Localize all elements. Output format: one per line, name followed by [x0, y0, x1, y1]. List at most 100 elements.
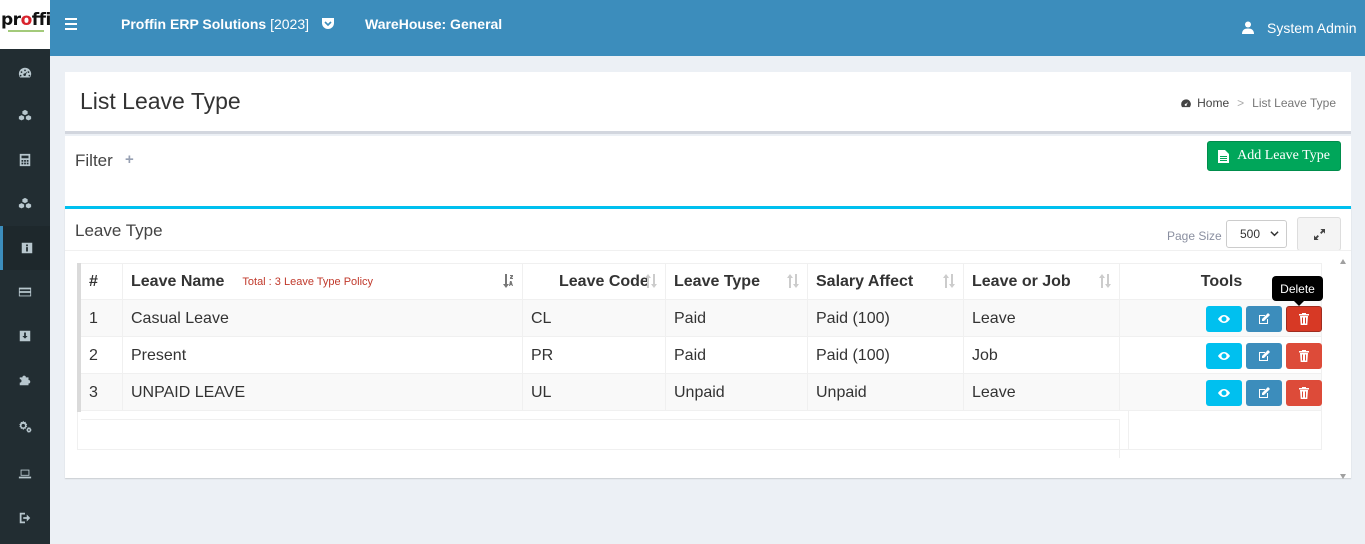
edit-button[interactable]: [1246, 379, 1282, 406]
laptop-icon: [18, 469, 32, 479]
eye-icon: [1218, 351, 1230, 360]
sidebar-item-inventory[interactable]: [0, 94, 50, 138]
column-header-salary-affect[interactable]: Salary Affect: [808, 263, 964, 300]
delete-button[interactable]: [1286, 305, 1322, 332]
eye-icon: [1218, 314, 1230, 323]
sort-alpha-icon: [503, 274, 513, 288]
table-footer-row: [81, 411, 1321, 458]
leave-or-job-cell: Leave: [964, 300, 1120, 337]
filter-panel: Filter + Add Leave Type: [65, 136, 1351, 206]
file-icon: [1218, 149, 1230, 163]
user-menu[interactable]: System Admin: [1267, 20, 1356, 36]
info-icon: [21, 242, 32, 254]
panel-title: Leave Type: [75, 221, 163, 240]
table-header-row: # Leave Name Total : 3 Leave Type Policy …: [81, 263, 1321, 300]
download-icon: [19, 330, 31, 342]
filter-expand-icon[interactable]: +: [125, 151, 134, 168]
sort-icon: [1099, 274, 1111, 288]
leave-name-cell: UNPAID LEAVE: [123, 374, 523, 411]
delete-button[interactable]: [1286, 379, 1322, 406]
sidebar-item-system[interactable]: [0, 452, 50, 496]
column-header-leave-type[interactable]: Leave Type: [666, 263, 808, 300]
leave-type-cell: Unpaid: [666, 374, 808, 411]
leave-type-panel: Leave Type Page Size 500 # Leave Name Tot…: [65, 206, 1351, 479]
salary-affect-cell: Paid (100): [808, 337, 964, 374]
edit-icon: [1259, 386, 1270, 398]
cogs-icon: [19, 420, 32, 433]
edit-button[interactable]: [1246, 305, 1282, 332]
sidebar: proffin: [0, 0, 50, 544]
cubes-icon: [18, 109, 32, 121]
edit-icon: [1259, 312, 1270, 324]
breadcrumb-separator: >: [1237, 96, 1245, 110]
row-number: 1: [81, 300, 123, 337]
table-row: 2 Present PR Paid Paid (100) Job: [81, 337, 1323, 374]
fullscreen-button[interactable]: [1297, 217, 1341, 251]
trash-icon: [1299, 349, 1309, 362]
breadcrumb-home-link[interactable]: Home: [1197, 96, 1229, 110]
user-icon[interactable]: [1242, 21, 1254, 34]
calculator-icon: [19, 153, 31, 167]
page-size-label: Page Size: [1167, 229, 1222, 243]
sign-out-icon: [19, 512, 31, 524]
column-header-leave-name[interactable]: Leave Name Total : 3 Leave Type Policy: [123, 263, 523, 300]
scroll-down-icon[interactable]: [1340, 474, 1346, 479]
sidebar-item-hr[interactable]: [0, 226, 50, 270]
row-tools: [1120, 300, 1323, 337]
chevron-down-icon: [1270, 231, 1279, 237]
page-header: List Leave Type Home > List Leave Type: [65, 72, 1351, 134]
salary-affect-cell: Unpaid: [808, 374, 964, 411]
table-row: 1 Casual Leave CL Paid Paid (100) Leave: [81, 300, 1323, 337]
leave-type-cell: Paid: [666, 337, 808, 374]
sort-icon: [645, 274, 657, 288]
trash-icon: [1299, 386, 1309, 399]
sidebar-item-downloads[interactable]: [0, 314, 50, 358]
table-scrollbar[interactable]: [1339, 259, 1348, 479]
leave-code-cell: UL: [523, 374, 666, 411]
app-title: Proffin ERP Solutions [2023]: [121, 16, 310, 32]
sidebar-item-products[interactable]: [0, 182, 50, 226]
row-tools: [1120, 374, 1323, 411]
sidebar-item-accounts[interactable]: [0, 138, 50, 182]
breadcrumb: Home > List Leave Type: [1180, 96, 1336, 110]
column-header-leave-or-job[interactable]: Leave or Job: [964, 263, 1120, 300]
table-row: 3 UNPAID LEAVE UL Unpaid Unpaid Leave: [81, 374, 1323, 411]
brand-logo[interactable]: proffin: [0, 0, 50, 49]
salary-affect-cell: Paid (100): [808, 300, 964, 337]
leave-code-cell: PR: [523, 337, 666, 374]
edit-button[interactable]: [1246, 342, 1282, 369]
expand-icon: [1313, 228, 1325, 240]
credit-card-icon: [18, 287, 32, 297]
sidebar-item-settings[interactable]: [0, 404, 50, 448]
menu-toggle-icon[interactable]: [65, 18, 77, 30]
pocket-icon[interactable]: [321, 17, 335, 30]
leave-or-job-cell: Leave: [964, 374, 1120, 411]
row-tools: [1120, 337, 1323, 374]
delete-tooltip: Delete: [1272, 276, 1323, 306]
page-size-select[interactable]: 500: [1226, 220, 1287, 248]
column-header-number[interactable]: #: [81, 263, 123, 300]
sort-icon: [787, 274, 799, 288]
sidebar-item-logout[interactable]: [0, 496, 50, 540]
top-navbar: Proffin ERP Solutions [2023] WareHouse: …: [50, 0, 1365, 56]
dashboard-icon: [1181, 98, 1191, 107]
row-number: 3: [81, 374, 123, 411]
leave-code-cell: CL: [523, 300, 666, 337]
delete-button[interactable]: [1286, 342, 1322, 369]
puzzle-icon: [19, 375, 31, 386]
column-header-leave-code[interactable]: Leave Code: [523, 263, 666, 300]
sidebar-item-plugins[interactable]: [0, 358, 50, 402]
view-button[interactable]: [1206, 342, 1242, 369]
sort-icon: [943, 274, 955, 288]
view-button[interactable]: [1206, 379, 1242, 406]
warehouse-label[interactable]: WareHouse: General: [365, 16, 502, 32]
breadcrumb-current: List Leave Type: [1252, 96, 1336, 110]
scroll-up-icon[interactable]: [1340, 259, 1346, 264]
leave-name-cell: Present: [123, 337, 523, 374]
leave-type-cell: Paid: [666, 300, 808, 337]
edit-icon: [1259, 349, 1270, 361]
sidebar-item-dashboard[interactable]: [0, 51, 50, 95]
sidebar-item-payments[interactable]: [0, 270, 50, 314]
view-button[interactable]: [1206, 305, 1242, 332]
add-leave-type-button[interactable]: Add Leave Type: [1207, 141, 1341, 171]
